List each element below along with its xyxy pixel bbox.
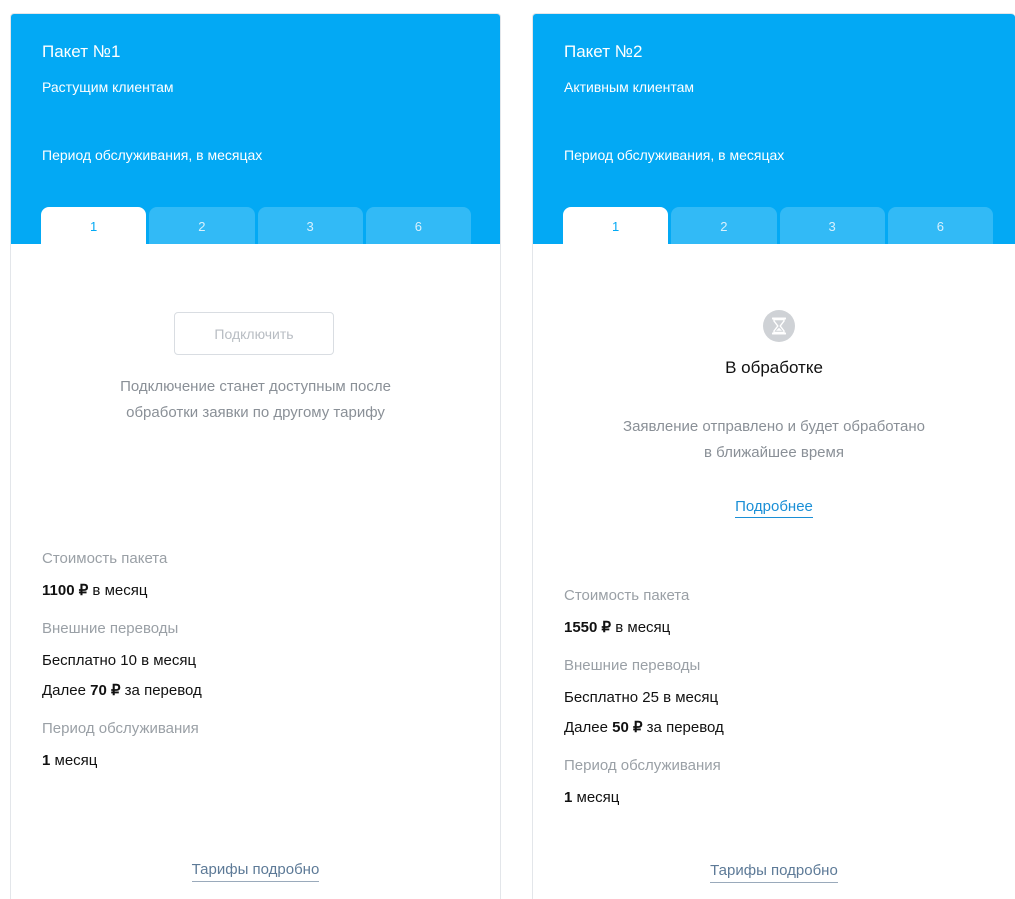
status-note-line: Заявление отправлено и будет обработано [623,418,925,435]
period-tab-3[interactable]: 3 [257,207,363,244]
period-block: Период обслуживания 1 месяц [564,756,724,808]
package-header: Пакет №1 Растущим клиентам Период обслуж… [11,14,500,244]
transfers-free: Бесплатно 25 в месяц [564,689,719,706]
transfers-free: Бесплатно 10 в месяц [42,652,197,669]
availability-note: Подключение станет доступным после обраб… [11,374,500,426]
more-details-link[interactable]: Подробнее [735,498,813,518]
tariffs-details-link[interactable]: Тарифы подробно [710,862,838,883]
package-header: Пакет №2 Активным клиентам Период обслуж… [533,14,1015,244]
period-tabs: 1 2 3 6 [563,207,993,244]
availability-note-line: обработки заявки по другому тарифу [126,404,385,421]
package-info: Стоимость пакета 1100 ₽ в месяц Внешние … [42,549,202,771]
period-tab-6[interactable]: 6 [887,207,993,244]
transfers-extra-suffix: за перевод [120,682,202,699]
period-info-label: Период обслуживания [42,720,199,737]
transfers-extra: Далее 70 ₽ за перевод [42,681,202,701]
period-value: 1 месяц [564,788,724,808]
transfers-extra-suffix: за перевод [642,719,724,736]
tariffs-details-link[interactable]: Тарифы подробно [191,861,320,882]
transfers-extra-prefix: Далее [564,719,613,736]
cost-amount: 1550 ₽ [564,619,612,636]
transfers-extra-prefix: Далее [42,682,91,699]
cost-block: Стоимость пакета 1550 ₽ в месяц [564,586,724,638]
package-card-1: Пакет №1 Растущим клиентам Период обслуж… [10,13,501,899]
status-note: Заявление отправлено и будет обработано … [533,414,1015,466]
cost-value: 1100 ₽ в месяц [42,581,202,601]
period-block: Период обслуживания 1 месяц [42,719,202,771]
transfers-extra-amount: 50 ₽ [612,719,643,736]
tariffs-details-link-wrap: Тарифы подробно [533,862,1015,883]
period-unit: месяц [572,789,620,806]
status-note-line: в ближайшее время [704,444,844,461]
period-unit: месяц [50,752,98,769]
package-card-2: Пакет №2 Активным клиентам Период обслуж… [532,13,1015,899]
period-tab-2[interactable]: 2 [671,207,777,244]
period-tab-1[interactable]: 1 [563,207,669,244]
cost-amount: 1100 ₽ [42,582,89,599]
transfers-extra-amount: 70 ₽ [90,682,121,699]
period-tab-3[interactable]: 3 [779,207,885,244]
transfers-label: Внешние переводы [564,657,701,674]
transfers-block: Внешние переводы Бесплатно 25 в месяц Да… [564,656,724,738]
status-title: В обработке [725,358,823,377]
transfers-label: Внешние переводы [42,620,179,637]
cost-label: Стоимость пакета [42,550,168,567]
cost-label: Стоимость пакета [564,587,690,604]
period-tabs: 1 2 3 6 [41,207,471,244]
package-info: Стоимость пакета 1550 ₽ в месяц Внешние … [564,586,724,808]
package-title: Пакет №2 [564,42,643,61]
availability-note-line: Подключение станет доступным после [120,378,391,395]
period-info-label: Период обслуживания [564,757,721,774]
more-link-wrap: Подробнее [533,498,1015,518]
cost-block: Стоимость пакета 1100 ₽ в месяц [42,549,202,601]
connect-button[interactable]: Подключить [174,312,334,355]
tariffs-details-link-wrap: Тарифы подробно [11,861,500,882]
hourglass-icon [763,310,795,342]
period-label: Период обслуживания, в месяцах [42,147,263,163]
package-subtitle: Растущим клиентам [42,79,174,95]
cost-value: 1550 ₽ в месяц [564,618,724,638]
transfers-extra: Далее 50 ₽ за перевод [564,718,724,738]
period-label: Период обслуживания, в месяцах [564,147,785,163]
period-value: 1 месяц [42,751,202,771]
cost-unit: в месяц [88,582,148,599]
transfers-block: Внешние переводы Бесплатно 10 в месяц Да… [42,619,202,701]
period-tab-1[interactable]: 1 [41,207,147,244]
period-tab-2[interactable]: 2 [149,207,255,244]
package-subtitle: Активным клиентам [564,79,695,95]
cost-unit: в месяц [611,619,671,636]
period-tab-6[interactable]: 6 [365,207,471,244]
package-title: Пакет №1 [42,42,121,61]
